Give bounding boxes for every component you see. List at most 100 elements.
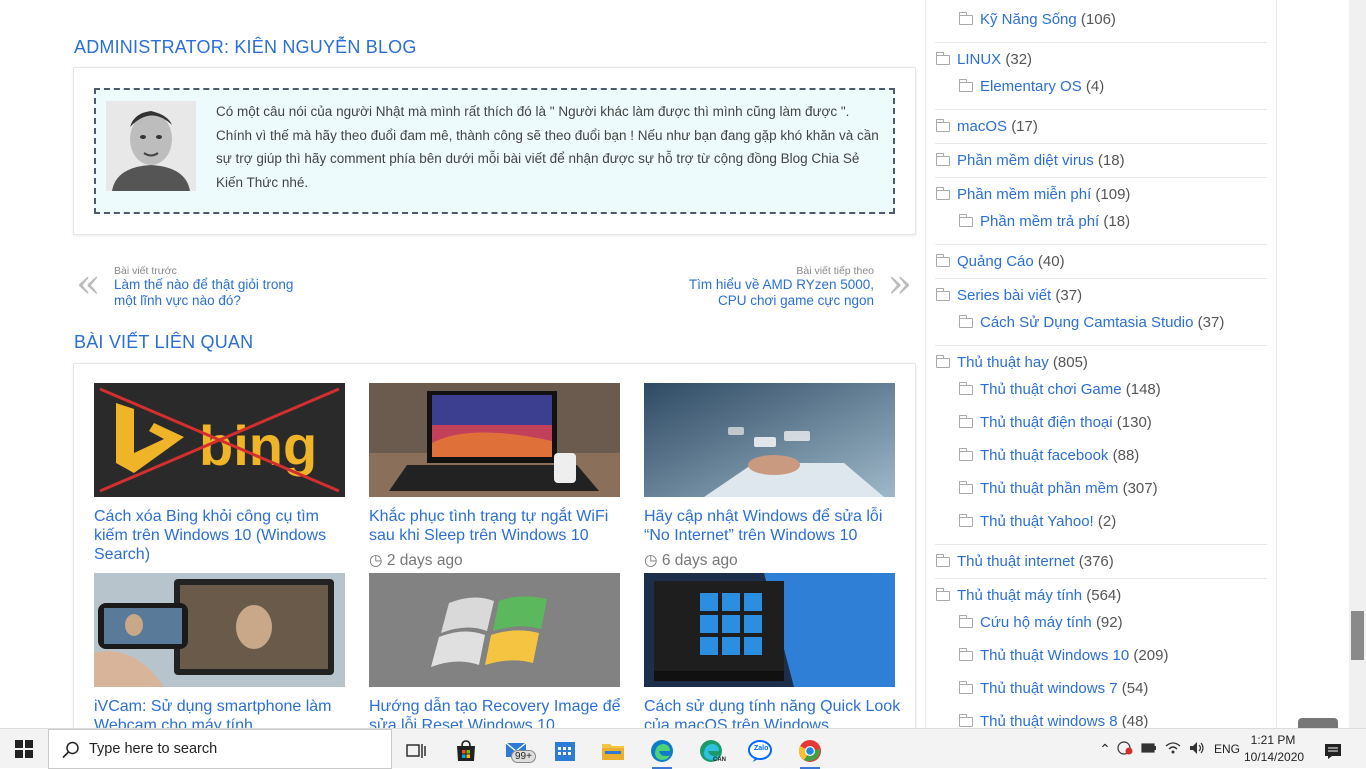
category-ky-nang-song[interactable]: Kỹ Năng Sống (106) [959, 11, 1116, 28]
related-thumb-4[interactable] [94, 573, 345, 687]
folder-icon [959, 315, 973, 328]
next-post-nav[interactable]: Bài viết tiếp theo Tìm hiểu về AMD RYzen… [660, 262, 916, 312]
scrollbar-thumb[interactable] [1351, 611, 1364, 660]
wifi-icon[interactable] [1161, 741, 1185, 758]
folder-icon [936, 254, 950, 267]
category-windows-7[interactable]: Thủ thuật windows 7 (54) [959, 680, 1148, 697]
system-tray: ⌃ ENG [1097, 729, 1245, 769]
related-title-3[interactable]: Hãy cập nhật Windows để sửa lỗi “No Inte… [644, 507, 904, 545]
folder-icon [959, 12, 973, 25]
category-tra-phi[interactable]: Phần mềm trả phí (18) [959, 213, 1130, 230]
network-status-icon[interactable] [1113, 740, 1137, 758]
divider [935, 278, 1267, 279]
task-view-button[interactable] [392, 733, 440, 769]
mail-app[interactable]: 99+ [493, 733, 541, 769]
prev-label: Bài viết trước [114, 265, 177, 277]
related-title-6[interactable]: Cách sử dụng tính năng Quick Look của ma… [644, 697, 904, 728]
category-diet-virus[interactable]: Phần mềm diệt virus (18) [936, 152, 1125, 169]
folder-icon [936, 153, 950, 166]
folder-icon [959, 648, 973, 661]
related-thumb-2[interactable] [369, 383, 620, 497]
category-camtasia[interactable]: Cách Sử Dụng Camtasia Studio (37) [959, 314, 1224, 331]
related-thumb-3[interactable] [644, 383, 895, 497]
folder-icon [959, 481, 973, 494]
search-placeholder: Type here to search [89, 741, 218, 757]
category-macos[interactable]: macOS (17) [936, 118, 1038, 135]
category-mien-phi[interactable]: Phần mềm miễn phí (109) [936, 186, 1130, 203]
notification-center-button[interactable] [1310, 733, 1356, 769]
clock-time: 1:21 PM [1250, 733, 1296, 747]
folder-icon [936, 187, 950, 200]
prev-post-link-line1[interactable]: Làm thế nào để thật giỏi trong [114, 277, 344, 293]
category-dien-thoai[interactable]: Thủ thuật điện thoại (130) [959, 414, 1152, 431]
edge-icon [651, 740, 673, 762]
related-title-4[interactable]: iVCam: Sử dụng smartphone làm Webcam cho… [94, 697, 354, 728]
related-thumb-1[interactable]: bing [94, 383, 345, 497]
related-title-2[interactable]: Khắc phục tình trạng tự ngắt WiFi sau kh… [369, 507, 629, 545]
folder-icon [959, 382, 973, 395]
start-button[interactable] [0, 729, 48, 769]
folder-icon [959, 448, 973, 461]
folder-icon [602, 744, 624, 760]
edge-canary-app[interactable]: CAN [687, 733, 735, 769]
notification-icon [1325, 744, 1341, 759]
next-post-link-line1[interactable]: Tìm hiểu về AMD RYzen 5000, [654, 277, 874, 293]
category-may-tinh[interactable]: Thủ thuật máy tính (564) [936, 587, 1121, 604]
category-yahoo[interactable]: Thủ thuật Yahoo! (2) [959, 513, 1116, 530]
volume-icon[interactable] [1185, 741, 1209, 758]
category-quang-cao[interactable]: Quảng Cáo (40) [936, 253, 1065, 270]
category-cuu-ho[interactable]: Cứu hộ máy tính (92) [959, 614, 1123, 631]
divider [935, 345, 1267, 346]
divider [935, 578, 1267, 579]
related-title-5[interactable]: Hướng dẫn tạo Recovery Image để sửa lỗi … [369, 697, 629, 728]
related-date-3: ◷ 6 days ago [644, 552, 738, 569]
category-facebook[interactable]: Thủ thuật facebook (88) [959, 447, 1139, 464]
category-choi-game[interactable]: Thủ thuật chơi Game (148) [959, 381, 1161, 398]
folder-icon [959, 214, 973, 227]
folder-icon [959, 514, 973, 527]
language-indicator[interactable]: ENG [1209, 742, 1245, 756]
zalo-app[interactable]: Zalo [736, 733, 784, 769]
folder-icon [959, 415, 973, 428]
category-elementary-os[interactable]: Elementary OS (4) [959, 78, 1104, 95]
category-linux[interactable]: LINUX (32) [936, 51, 1032, 68]
author-card: Có một câu nói của người Nhật mà mình rấ… [73, 67, 916, 235]
category-thu-thuat-hay[interactable]: Thủ thuật hay (805) [936, 354, 1088, 371]
related-thumb-6[interactable] [644, 573, 895, 687]
chevron-up-icon[interactable]: ⌃ [1097, 741, 1113, 758]
folder-icon [959, 681, 973, 694]
folder-icon [936, 288, 950, 301]
store-app[interactable] [442, 733, 490, 769]
edge-canary-label: CAN [713, 757, 726, 763]
edge-app[interactable] [638, 733, 686, 769]
avatar [106, 101, 196, 191]
category-series[interactable]: Series bài viết (37) [936, 287, 1082, 304]
divider [935, 143, 1267, 144]
battery-icon[interactable] [1137, 742, 1161, 757]
related-thumb-5[interactable] [369, 573, 620, 687]
calendar-app[interactable] [541, 733, 589, 769]
store-icon [457, 740, 475, 761]
calendar-icon [555, 742, 575, 761]
folder-icon [936, 554, 950, 567]
prev-arrow-icon: « [76, 261, 101, 307]
prev-post-nav[interactable]: « Bài viết trước Làm thế nào để thật giỏ… [76, 262, 336, 312]
category-internet[interactable]: Thủ thuật internet (376) [936, 553, 1114, 570]
file-explorer-app[interactable] [589, 733, 637, 769]
folder-icon [936, 588, 950, 601]
next-post-link-line2[interactable]: CPU chơi game cực ngon [654, 293, 874, 309]
category-windows-10[interactable]: Thủ thuật Windows 10 (209) [959, 647, 1168, 664]
taskbar: Type here to search 99+ CAN Zalo ⌃ ENG 1… [0, 728, 1366, 769]
taskbar-clock[interactable]: 1:21 PM 10/14/2020 [1244, 732, 1304, 766]
prev-post-link-line2[interactable]: một lĩnh vực nào đó? [114, 293, 344, 309]
category-phan-mem[interactable]: Thủ thuật phần mềm (307) [959, 480, 1158, 497]
next-arrow-icon: » [887, 261, 912, 307]
related-title-1[interactable]: Cách xóa Bing khỏi công cụ tìm kiếm trên… [94, 507, 354, 564]
divider [935, 177, 1267, 178]
related-heading: BÀI VIẾT LIÊN QUAN [74, 332, 254, 352]
next-label: Bài viết tiếp theo [796, 265, 874, 277]
chrome-app[interactable] [786, 733, 834, 769]
sidebar-edge [1276, 0, 1277, 728]
taskbar-search-box[interactable]: Type here to search [48, 729, 392, 769]
search-icon [62, 741, 79, 759]
